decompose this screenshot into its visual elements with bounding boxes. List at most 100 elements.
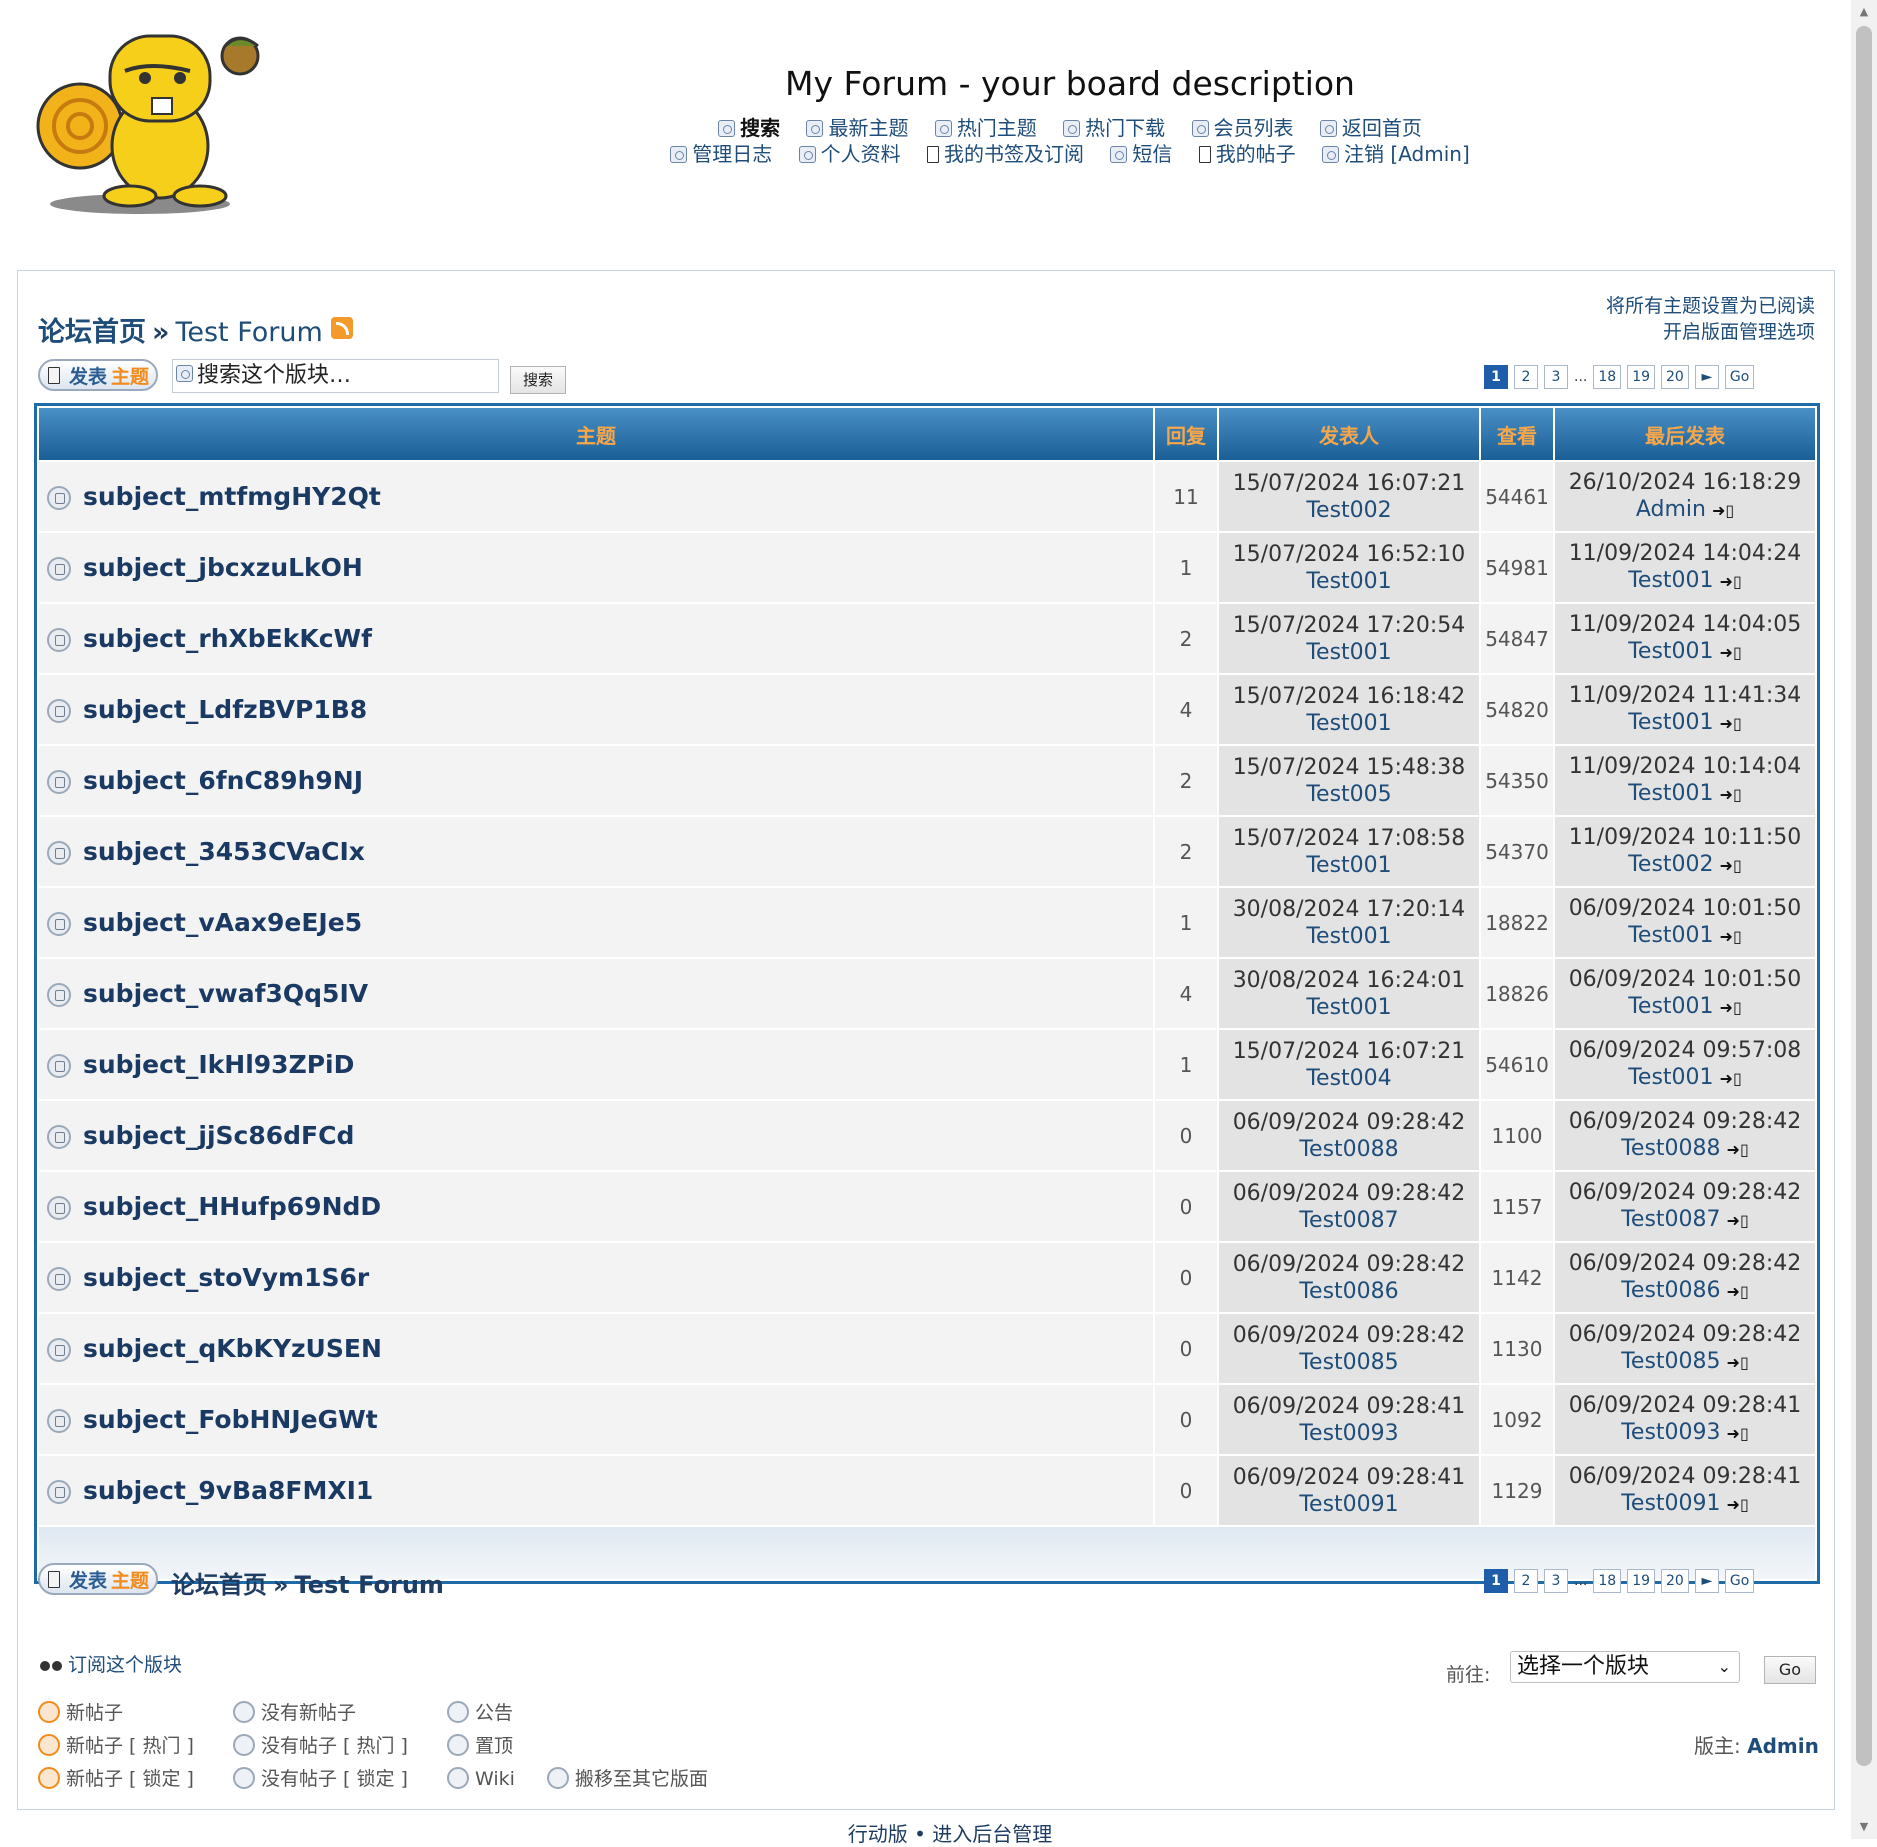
nav-bookmarks[interactable]: 我的书签及订阅 <box>926 138 1084 167</box>
last-poster-link[interactable]: Test001 <box>1628 1065 1713 1090</box>
topic-link[interactable]: subject_HHufp69NdD <box>83 1192 381 1221</box>
last-poster-link[interactable]: Test0091 <box>1621 1491 1720 1516</box>
page-18[interactable]: 18 <box>1593 1569 1622 1593</box>
page-3[interactable]: 3 <box>1544 1569 1568 1593</box>
page-19[interactable]: 19 <box>1627 1569 1656 1593</box>
breadcrumb-forum[interactable]: Test Forum <box>295 1571 444 1599</box>
go-to-last-post-icon[interactable]: ➜▯ <box>1720 710 1742 737</box>
new-topic-button[interactable]: 发表 主题 <box>38 359 158 391</box>
next-page-button[interactable]: ► <box>1694 1569 1719 1593</box>
last-poster-link[interactable]: Test001 <box>1628 568 1713 593</box>
forum-logo-squirrel[interactable] <box>30 16 260 216</box>
go-to-last-post-icon[interactable]: ➜▯ <box>1727 1207 1749 1234</box>
jump-go-button[interactable]: Go <box>1764 1656 1816 1684</box>
go-page-button[interactable]: Go <box>1724 1569 1755 1593</box>
last-poster-link[interactable]: Test0093 <box>1621 1420 1720 1445</box>
author-link[interactable]: Test0085 <box>1299 1350 1398 1375</box>
mobile-version-link[interactable]: 行动版 <box>848 1822 908 1846</box>
last-poster-link[interactable]: Admin <box>1636 497 1706 522</box>
breadcrumb-home[interactable]: 论坛首页 <box>38 317 146 348</box>
go-to-last-post-icon[interactable]: ➜▯ <box>1727 1278 1749 1305</box>
vertical-scrollbar[interactable]: ▲ ▼ <box>1851 0 1877 1839</box>
author-link[interactable]: Test005 <box>1306 782 1391 807</box>
nav-my-posts[interactable]: 我的帖子 <box>1198 138 1296 167</box>
author-link[interactable]: Test001 <box>1306 924 1391 949</box>
go-to-last-post-icon[interactable]: ➜▯ <box>1720 852 1742 879</box>
page-1[interactable]: 1 <box>1484 1569 1508 1593</box>
topic-link[interactable]: subject_stoVym1S6r <box>83 1263 369 1292</box>
author-link[interactable]: Test0088 <box>1299 1137 1398 1162</box>
last-poster-link[interactable]: Test001 <box>1628 710 1713 735</box>
author-link[interactable]: Test001 <box>1306 569 1391 594</box>
nav-member-list[interactable]: 会员列表 <box>1191 112 1294 141</box>
topic-link[interactable]: subject_rhXbEkKcWf <box>83 624 372 653</box>
topic-link[interactable]: subject_vwaf3Qq5IV <box>83 979 368 1008</box>
nav-search[interactable]: 搜索 <box>718 112 780 141</box>
go-to-last-post-icon[interactable]: ➜▯ <box>1727 1420 1749 1447</box>
nav-messages[interactable]: 短信 <box>1110 138 1172 167</box>
go-to-last-post-icon[interactable]: ➜▯ <box>1720 994 1742 1021</box>
topic-link[interactable]: subject_qKbKYzUSEN <box>83 1334 382 1363</box>
page-19[interactable]: 19 <box>1627 365 1656 389</box>
forum-jump-select[interactable]: 选择一个版块 ⌄ <box>1510 1651 1740 1683</box>
author-link[interactable]: Test0093 <box>1299 1421 1398 1446</box>
topic-link[interactable]: subject_LdfzBVP1B8 <box>83 695 367 724</box>
author-link[interactable]: Test004 <box>1306 1066 1391 1091</box>
mark-all-read-link[interactable]: 将所有主题设置为已阅读 <box>1606 295 1815 317</box>
topic-link[interactable]: subject_IkHl93ZPiD <box>83 1050 354 1079</box>
author-link[interactable]: Test0086 <box>1299 1279 1398 1304</box>
nav-home[interactable]: 返回首页 <box>1319 112 1422 141</box>
last-poster-link[interactable]: Test0088 <box>1621 1136 1720 1161</box>
topic-link[interactable]: subject_3453CVaCIx <box>83 837 365 866</box>
topic-link[interactable]: subject_6fnC89h9NJ <box>83 766 363 795</box>
topic-link[interactable]: subject_jjSc86dFCd <box>83 1121 354 1150</box>
go-to-last-post-icon[interactable]: ➜▯ <box>1720 568 1742 595</box>
scroll-up-arrow-icon[interactable]: ▲ <box>1851 0 1877 24</box>
page-20[interactable]: 20 <box>1661 365 1689 389</box>
rss-icon[interactable] <box>330 317 353 339</box>
new-topic-button-bottom[interactable]: 发表 主题 <box>38 1563 158 1595</box>
go-to-last-post-icon[interactable]: ➜▯ <box>1712 497 1734 524</box>
go-to-last-post-icon[interactable]: ➜▯ <box>1727 1349 1749 1376</box>
next-page-button[interactable]: ► <box>1694 365 1719 389</box>
scroll-down-arrow-icon[interactable]: ▼ <box>1851 1815 1877 1839</box>
go-to-last-post-icon[interactable]: ➜▯ <box>1727 1136 1749 1163</box>
nav-latest-topics[interactable]: 最新主题 <box>806 112 908 141</box>
go-to-last-post-icon[interactable]: ➜▯ <box>1720 923 1742 950</box>
last-poster-link[interactable]: Test0087 <box>1621 1207 1720 1232</box>
topic-link[interactable]: subject_mtfmgHY2Qt <box>83 482 381 511</box>
page-20[interactable]: 20 <box>1661 1569 1689 1593</box>
moderator-link[interactable]: Admin <box>1747 1734 1819 1758</box>
mod-options-link[interactable]: 开启版面管理选项 <box>1663 321 1815 343</box>
page-1[interactable]: 1 <box>1484 365 1508 389</box>
topic-link[interactable]: subject_jbcxzuLkOH <box>83 553 363 582</box>
last-poster-link[interactable]: Test001 <box>1628 923 1713 948</box>
subscribe-forum[interactable]: 订阅这个版块 <box>40 1650 182 1677</box>
author-link[interactable]: Test0087 <box>1299 1208 1398 1233</box>
last-poster-link[interactable]: Test001 <box>1628 639 1713 664</box>
page-3[interactable]: 3 <box>1544 365 1568 389</box>
topic-link[interactable]: subject_vAax9eEJe5 <box>83 908 362 937</box>
go-to-last-post-icon[interactable]: ➜▯ <box>1720 639 1742 666</box>
author-link[interactable]: Test001 <box>1306 711 1391 736</box>
page-2[interactable]: 2 <box>1514 365 1538 389</box>
last-poster-link[interactable]: Test0085 <box>1621 1349 1720 1374</box>
nav-hot-downloads[interactable]: 热门下载 <box>1063 112 1165 141</box>
last-poster-link[interactable]: Test001 <box>1628 781 1713 806</box>
nav-logout[interactable]: 注销 [Admin] <box>1322 138 1470 167</box>
author-link[interactable]: Test001 <box>1306 640 1391 665</box>
nav-hot-topics[interactable]: 热门主题 <box>934 112 1037 141</box>
last-poster-link[interactable]: Test0086 <box>1621 1278 1720 1303</box>
author-link[interactable]: Test002 <box>1306 498 1391 523</box>
author-link[interactable]: Test001 <box>1306 853 1391 878</box>
topic-link[interactable]: subject_FobHNJeGWt <box>83 1405 378 1434</box>
topic-link[interactable]: subject_9vBa8FMXI1 <box>83 1476 373 1505</box>
page-18[interactable]: 18 <box>1593 365 1622 389</box>
last-poster-link[interactable]: Test001 <box>1628 994 1713 1019</box>
scrollbar-thumb[interactable] <box>1856 26 1872 1766</box>
nav-profile[interactable]: 个人资料 <box>798 138 901 167</box>
page-2[interactable]: 2 <box>1514 1569 1538 1593</box>
last-poster-link[interactable]: Test002 <box>1628 852 1713 877</box>
admin-panel-link[interactable]: 进入后台管理 <box>932 1822 1052 1846</box>
go-to-last-post-icon[interactable]: ➜▯ <box>1727 1491 1749 1518</box>
